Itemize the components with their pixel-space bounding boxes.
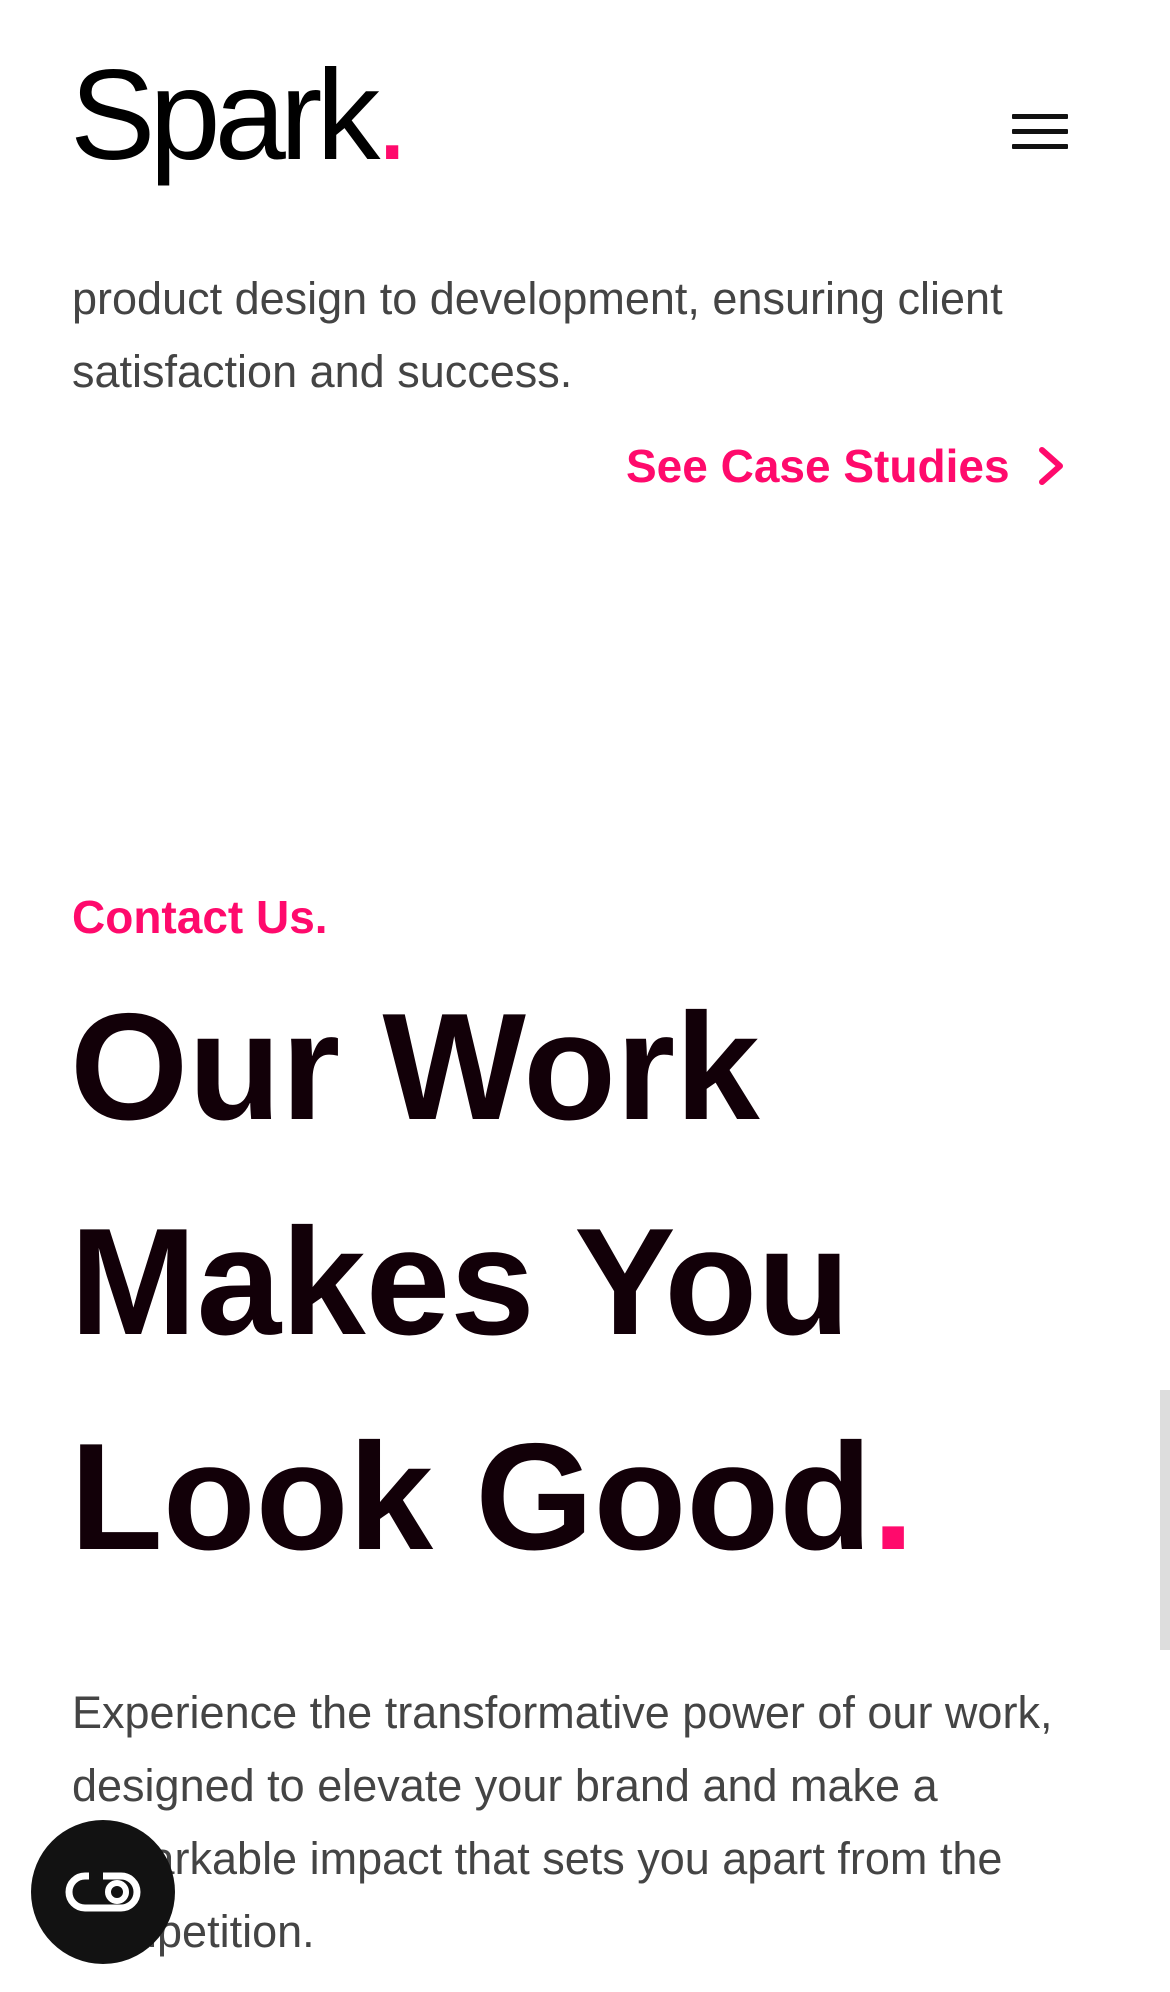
logo[interactable]: Spark. <box>70 52 410 180</box>
see-case-studies-label: See Case Studies <box>626 440 1010 492</box>
intro-paragraph: product design to development, ensuring … <box>72 273 1003 397</box>
see-case-studies-link[interactable]: See Case Studies <box>626 434 1070 498</box>
menu-button[interactable] <box>998 104 1068 160</box>
chevron-right-icon <box>1038 447 1063 485</box>
logo-text: Spark <box>70 44 380 187</box>
headline-line-3: Look Good. <box>70 1390 1110 1605</box>
headline-line-3-text: Look Good <box>70 1412 873 1582</box>
logo-dot: . <box>374 44 409 187</box>
headline-line-2: Makes You <box>70 1197 851 1367</box>
headline-dot: . <box>872 1412 915 1582</box>
scrollbar-thumb[interactable] <box>1160 1390 1170 1650</box>
toggle-icon <box>65 1872 141 1912</box>
contact-headline: Our Work Makes You Look Good. <box>70 960 1110 1605</box>
floating-toggle-button[interactable] <box>31 1820 175 1964</box>
site-header: Spark. <box>0 0 1170 230</box>
contact-eyebrow: Contact Us. <box>72 891 328 943</box>
headline-line-1: Our Work <box>70 982 760 1152</box>
contact-body-paragraph: Experience the transformative power of o… <box>72 1687 1053 1957</box>
